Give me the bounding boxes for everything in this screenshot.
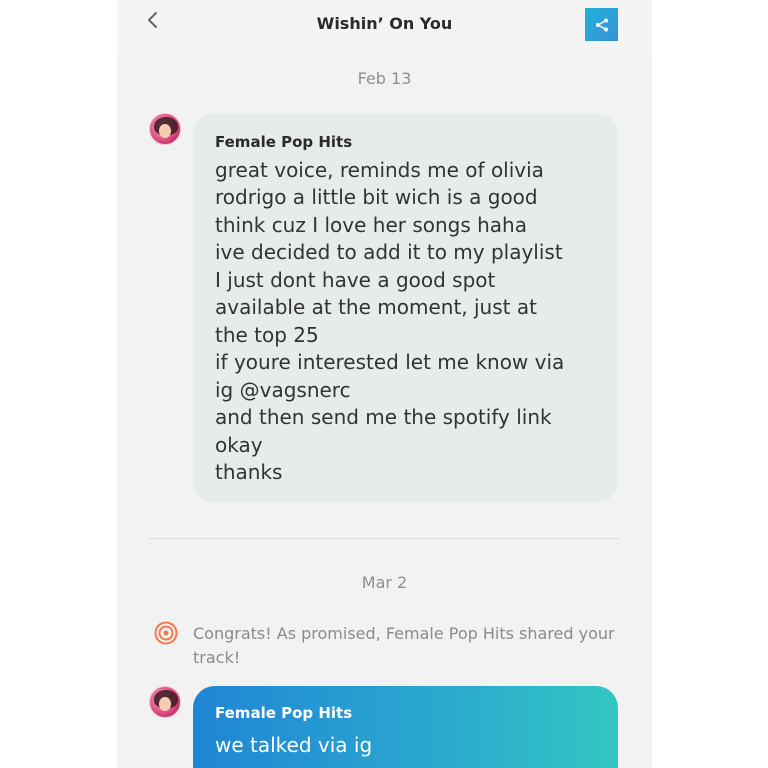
share-icon bbox=[595, 18, 608, 31]
avatar-face bbox=[159, 124, 171, 138]
message-line: and then send me the spotify link bbox=[215, 405, 552, 429]
avatar-face bbox=[159, 697, 171, 711]
chat-screen: Wishin’ On You Feb 13 Female Pop Hits gr… bbox=[117, 0, 652, 768]
avatar[interactable] bbox=[149, 686, 181, 718]
date-separator: Feb 13 bbox=[357, 69, 412, 88]
page-title: Wishin’ On You bbox=[316, 14, 453, 33]
header-bar: Wishin’ On You bbox=[117, 0, 652, 56]
sender-name: Female Pop Hits bbox=[215, 133, 353, 151]
message-line: thanks bbox=[215, 460, 283, 484]
sender-name: Female Pop Hits bbox=[215, 704, 353, 722]
message-line: rodrigo a little bit wich is a good bbox=[215, 185, 538, 209]
share-button[interactable] bbox=[585, 8, 618, 41]
message-bubble: Female Pop Hits great voice, reminds me … bbox=[193, 113, 618, 503]
message-line: I just dont have a good spot bbox=[215, 268, 496, 292]
avatar[interactable] bbox=[149, 113, 181, 145]
system-message: Congrats! As promised, Female Pop Hits s… bbox=[193, 624, 615, 667]
target-icon bbox=[154, 620, 179, 645]
message-line: ive decided to add it to my playlist bbox=[215, 240, 563, 264]
message-bubble: Female Pop Hits we talked via ig bbox=[193, 686, 618, 768]
message-line: if youre interested let me know via bbox=[215, 350, 565, 374]
message-line: okay bbox=[215, 433, 263, 457]
message-line: the top 25 bbox=[215, 323, 319, 347]
date-separator: Mar 2 bbox=[361, 573, 408, 592]
message-line: available at the moment, just at bbox=[215, 295, 537, 319]
message-text: we talked via ig bbox=[215, 733, 373, 757]
message-line: great voice, reminds me of olivia bbox=[215, 158, 544, 182]
divider bbox=[149, 538, 619, 539]
message-line: ig @vagsnerc bbox=[215, 378, 351, 402]
message-line: think cuz I love her songs haha bbox=[215, 213, 527, 237]
